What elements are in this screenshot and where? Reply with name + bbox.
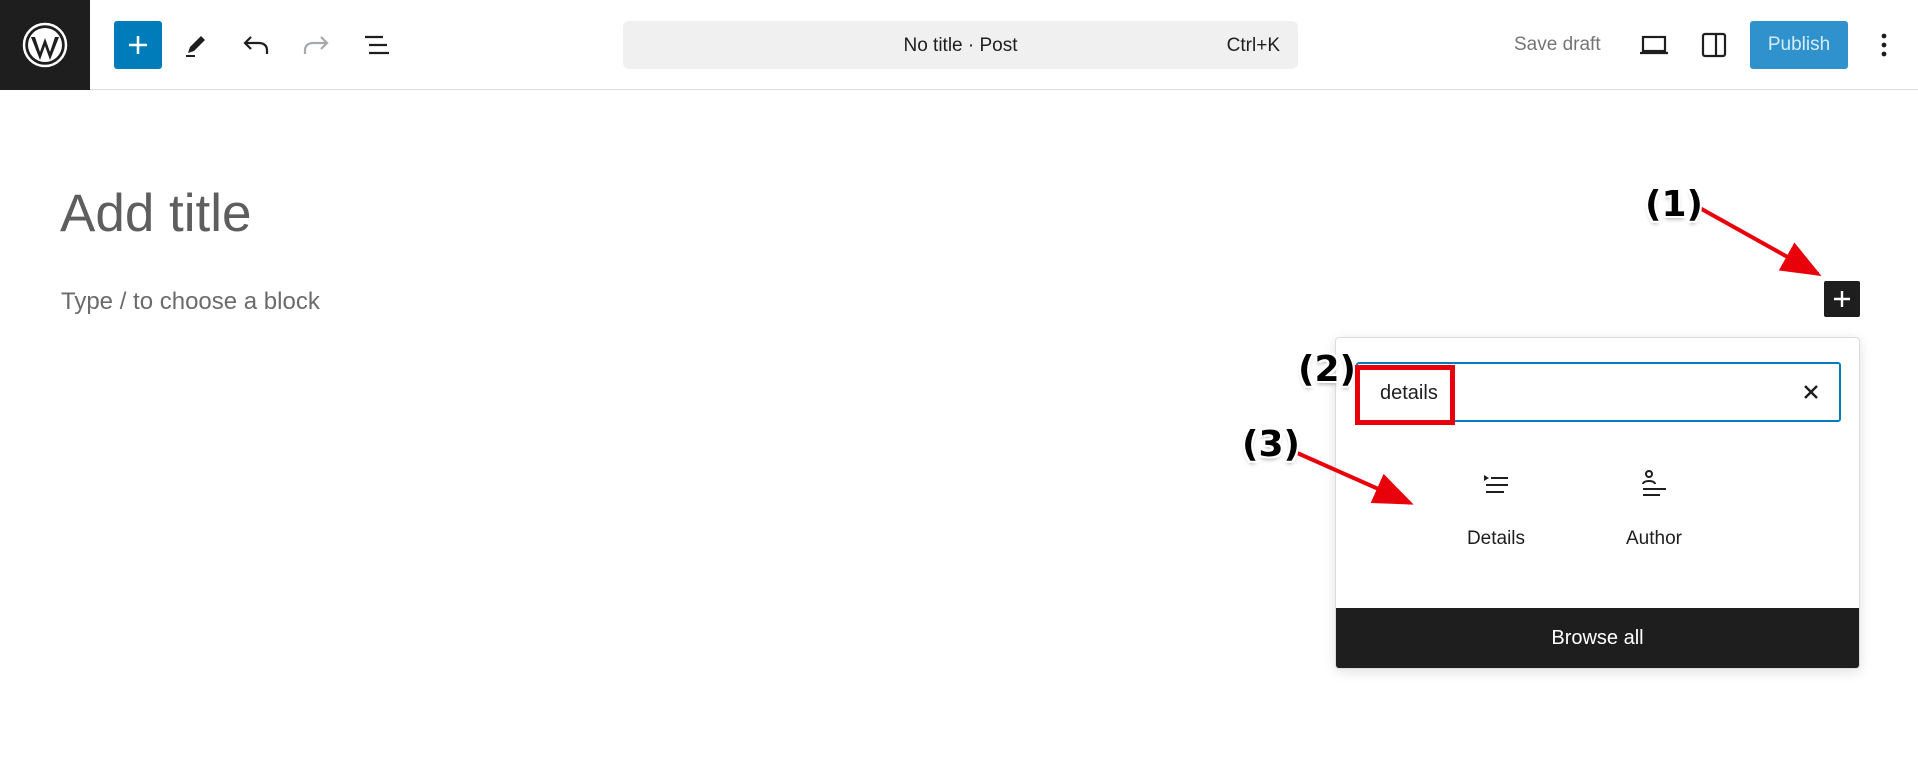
- arrow-to-details: [1294, 450, 1414, 505]
- step-2-callout: (2): [1298, 349, 1356, 390]
- step-3-callout: (3): [1242, 424, 1300, 465]
- annotation-arrows: [1294, 205, 1822, 505]
- step-1-callout: (1): [1645, 184, 1703, 225]
- arrow-to-inserter: [1697, 205, 1822, 276]
